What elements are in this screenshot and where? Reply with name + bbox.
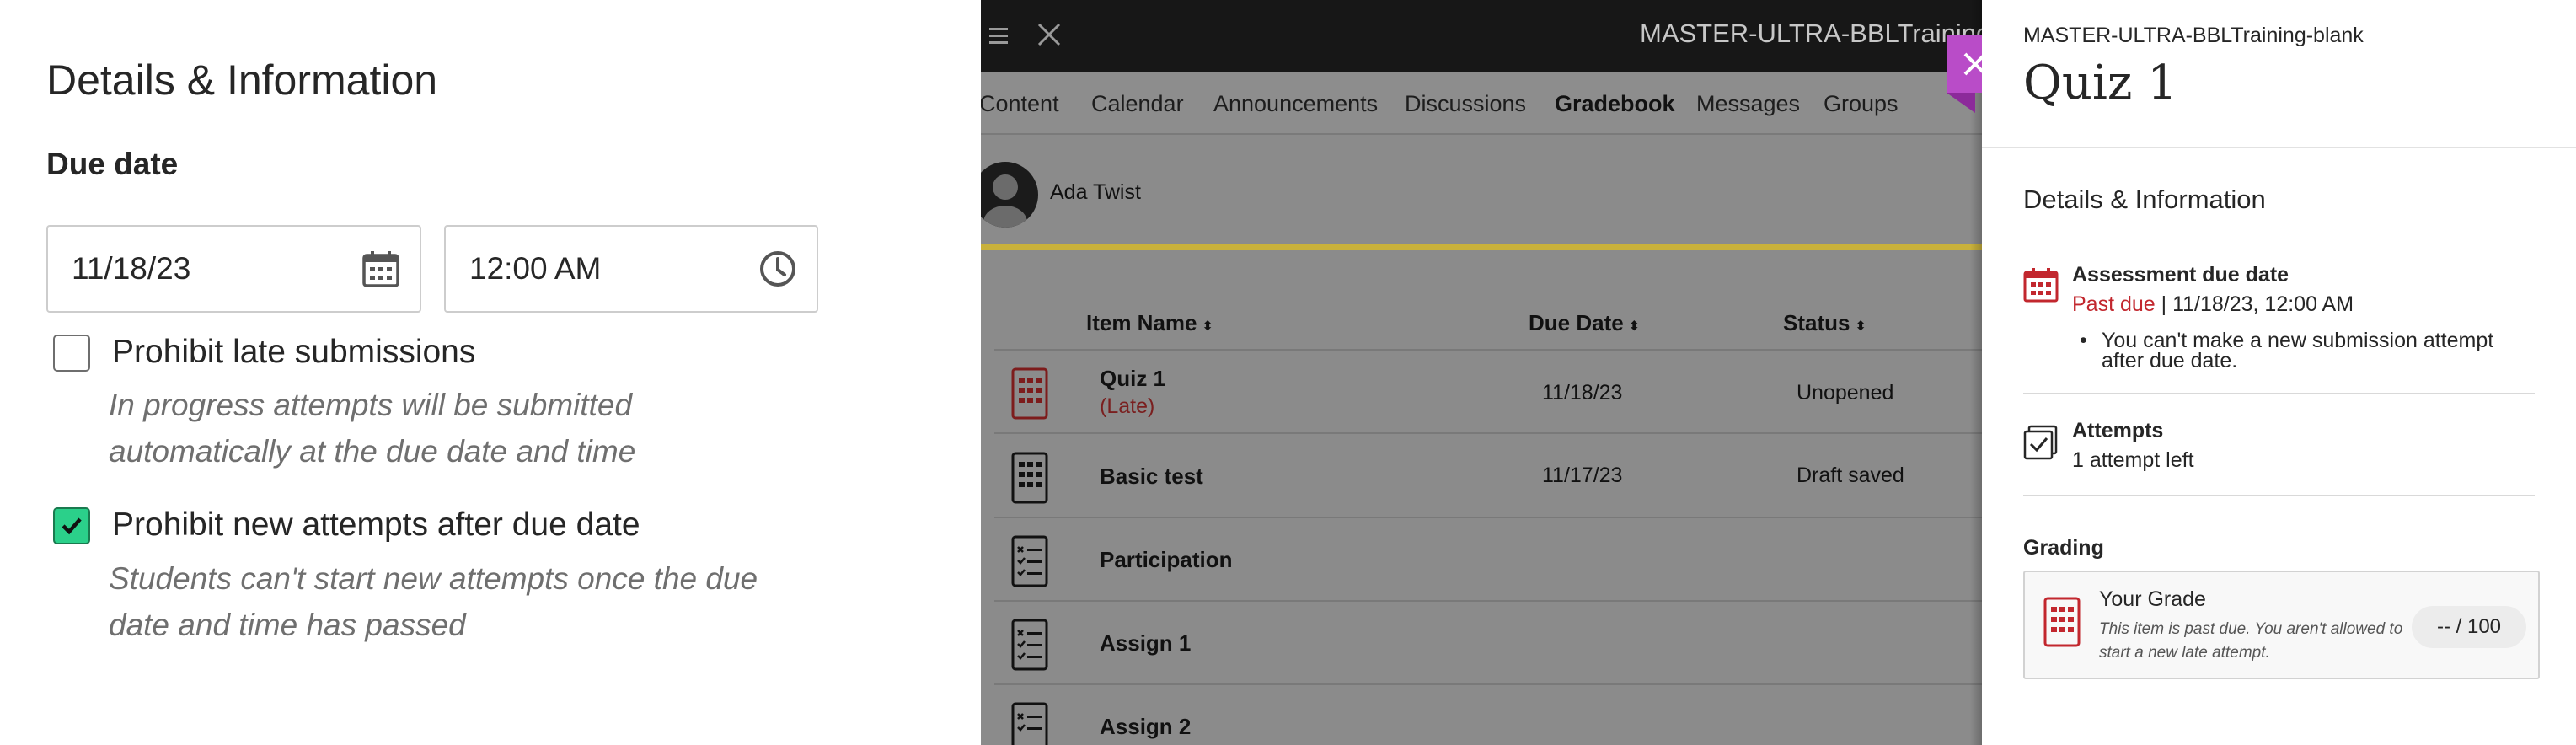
tab-content[interactable]: Content (981, 91, 1059, 117)
course-top-bar: MASTER-ULTRA-BBLTraining-bl (981, 0, 1982, 72)
grade-card: Your Grade This item is past due. You ar… (2023, 571, 2540, 679)
table-row[interactable]: Participation (994, 518, 1982, 602)
table-row[interactable]: Assign 1 (994, 602, 1982, 685)
quiz-late-icon (2043, 597, 2081, 647)
due-date-line: Past due | 11/18/23, 12:00 AM (2072, 292, 2354, 316)
item-name[interactable]: Quiz 1 (1100, 366, 1165, 392)
panel-item-title: Quiz 1 (2023, 56, 2177, 110)
table-row[interactable]: Assign 2 (994, 685, 1982, 745)
assignment-icon (1011, 702, 1048, 745)
student-name: Ada Twist (1050, 180, 1141, 204)
details-heading: Details & Information (2023, 185, 2266, 214)
item-name[interactable]: Assign 2 (1100, 714, 1191, 740)
due-date-input[interactable]: 11/18/23 (46, 225, 421, 313)
late-label: (Late) (1100, 394, 1155, 418)
due-time-input[interactable]: 12:00 AM (444, 225, 818, 313)
grade-value: -- / 100 (2412, 606, 2526, 648)
attempts-heading: Attempts (2072, 419, 2164, 442)
due-date-heading: Due date (46, 147, 179, 181)
item-status: Unopened (1797, 381, 1894, 405)
grade-note: This item is past due. You aren't allowe… (2099, 620, 2403, 662)
tab-fold (1947, 93, 1975, 113)
course-nav: Content Calendar Announcements Discussio… (981, 72, 1982, 135)
column-item-name[interactable]: Item Name ⬍ (1086, 310, 1213, 336)
table-row[interactable]: Basic test 11/17/23 Draft saved (994, 435, 1982, 518)
panel-course-name: MASTER-ULTRA-BBLTraining-blank (2023, 24, 2364, 47)
column-due-date[interactable]: Due Date ⬍ (1529, 310, 1640, 336)
student-header: Ada Twist (981, 137, 1982, 248)
prohibit-new-attempts-help: Students can't start new attempts once t… (109, 561, 758, 642)
item-details-panel: MASTER-ULTRA-BBLTraining-blank Quiz 1 De… (1982, 0, 2576, 745)
panel-title: Details & Information (46, 56, 438, 104)
past-due-label: Past due (2072, 292, 2156, 316)
test-icon (1011, 452, 1048, 504)
clock-icon[interactable] (758, 249, 798, 289)
gradebook-background: MASTER-ULTRA-BBLTraining-bl Content Cale… (981, 0, 1982, 745)
assignment-icon (1011, 619, 1048, 671)
item-due-date: 11/17/23 (1542, 464, 1623, 487)
due-date-value: 11/18/23, 12:00 AM (2172, 292, 2354, 316)
tab-calendar[interactable]: Calendar (1091, 91, 1184, 117)
due-date-heading: Assessment due date (2072, 263, 2289, 287)
prohibit-late-checkbox[interactable] (53, 335, 90, 372)
close-course-icon[interactable] (1036, 22, 1062, 47)
tab-gradebook[interactable]: Gradebook (1555, 91, 1675, 117)
sort-icon: ⬍ (1202, 319, 1213, 334)
avatar (981, 162, 1038, 228)
due-note: You can't make a new submission attempt … (2080, 330, 2531, 372)
prohibit-new-attempts-checkbox[interactable] (53, 507, 90, 544)
grading-heading: Grading (2023, 536, 2104, 560)
accent-line (981, 244, 1982, 250)
divider (2023, 495, 2535, 496)
checkmark-icon (62, 517, 82, 535)
due-date-value: 11/18/23 (72, 251, 191, 286)
calendar-late-icon (2023, 268, 2059, 303)
item-name[interactable]: Participation (1100, 547, 1232, 573)
item-name[interactable]: Basic test (1100, 464, 1203, 490)
calendar-icon[interactable] (361, 249, 401, 289)
divider (2023, 393, 2535, 394)
attempts-value: 1 attempt left (2072, 448, 2194, 472)
grade-title: Your Grade (2099, 587, 2206, 611)
tab-discussions[interactable]: Discussions (1405, 91, 1526, 117)
assignment-icon (1011, 535, 1048, 587)
tab-groups[interactable]: Groups (1824, 91, 1899, 117)
prohibit-late-label: Prohibit late submissions (112, 334, 476, 370)
table-row[interactable]: Quiz 1 (Late) 11/18/23 Unopened (994, 351, 1982, 434)
header-divider (1982, 147, 2576, 148)
prohibit-new-attempts-label: Prohibit new attempts after due date (112, 506, 640, 543)
user-icon (983, 174, 1027, 228)
tab-announcements[interactable]: Announcements (1213, 91, 1378, 117)
column-status[interactable]: Status ⬍ (1783, 310, 1866, 336)
course-title: MASTER-ULTRA-BBLTraining-bl (1640, 19, 1982, 48)
sort-icon: ⬍ (1855, 319, 1866, 334)
item-name[interactable]: Assign 1 (1100, 630, 1191, 657)
due-date-settings-panel: Details & Information Due date 11/18/23 … (0, 0, 981, 745)
tab-messages[interactable]: Messages (1696, 91, 1800, 117)
item-due-date: 11/18/23 (1542, 381, 1623, 405)
menu-icon[interactable] (986, 24, 1013, 49)
sort-icon: ⬍ (1628, 319, 1641, 334)
attempts-icon (2023, 425, 2058, 460)
due-time-value: 12:00 AM (469, 251, 602, 286)
item-status: Draft saved (1797, 464, 1904, 487)
quiz-late-icon (1011, 367, 1048, 420)
prohibit-late-help: In progress attempts will be submitted a… (109, 388, 636, 469)
